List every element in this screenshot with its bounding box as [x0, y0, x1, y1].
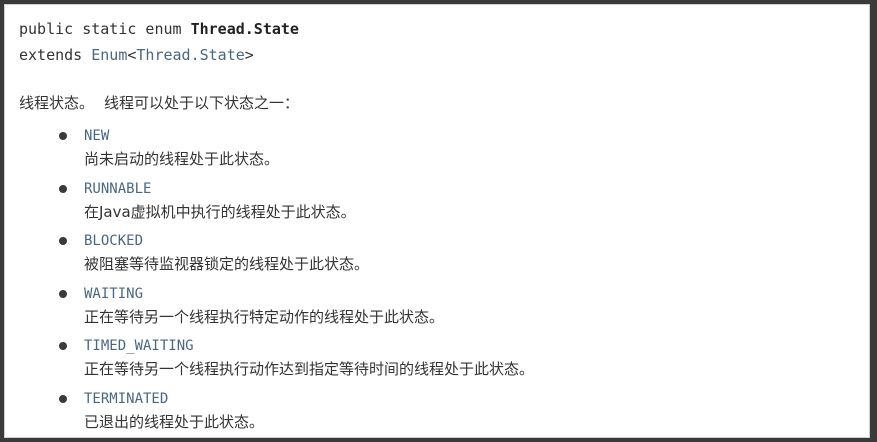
description-text: 线程可以处于以下状态之一：	[104, 94, 300, 112]
state-link-waiting[interactable]: WAITING	[84, 285, 143, 303]
state-link-new[interactable]: NEW	[84, 127, 109, 145]
state-link-runnable[interactable]: RUNNABLE	[84, 180, 151, 198]
state-link-terminated[interactable]: TERMINATED	[84, 390, 168, 408]
enum-description: 线程状态。 线程可以处于以下状态之一：	[19, 93, 299, 113]
javadoc-panel: public static enum Thread.State extends …	[4, 4, 870, 438]
state-link-timed-waiting[interactable]: TIMED_WAITING	[84, 337, 194, 355]
state-description: 在Java虚拟机中执行的线程处于此状态。	[84, 202, 356, 221]
thread-state-link[interactable]: Thread.State	[136, 46, 244, 64]
signature-line-extends: extends Enum<Thread.State>	[19, 42, 299, 68]
bullet-icon	[59, 184, 67, 193]
state-description: 被阻塞等待监视器锁定的线程处于此状态。	[84, 255, 370, 273]
bullet-icon	[59, 394, 67, 403]
state-link-blocked[interactable]: BLOCKED	[84, 232, 143, 250]
generic-close: >	[244, 46, 254, 64]
description-title: 线程状态。	[19, 94, 95, 112]
state-description: 尚未启动的线程处于此状态。	[84, 150, 280, 168]
state-description: 正在等待另一个线程执行动作达到指定等待时间的线程处于此状态。	[84, 360, 535, 378]
bullet-icon	[59, 289, 67, 298]
signature-modifiers: public static enum	[19, 20, 191, 38]
class-signature: public static enum Thread.State extends …	[19, 16, 299, 68]
state-description: 已退出的线程处于此状态。	[84, 412, 265, 431]
signature-class-name: Thread.State	[190, 20, 299, 38]
bullet-icon	[59, 342, 67, 350]
bullet-icon	[59, 237, 67, 245]
signature-extends-keyword: extends	[19, 46, 92, 64]
state-description: 正在等待另一个线程执行特定动作的线程处于此状态。	[84, 307, 445, 326]
bullet-icon	[59, 132, 67, 140]
enum-link[interactable]: Enum	[91, 46, 127, 64]
signature-line-declaration: public static enum Thread.State	[19, 16, 299, 42]
